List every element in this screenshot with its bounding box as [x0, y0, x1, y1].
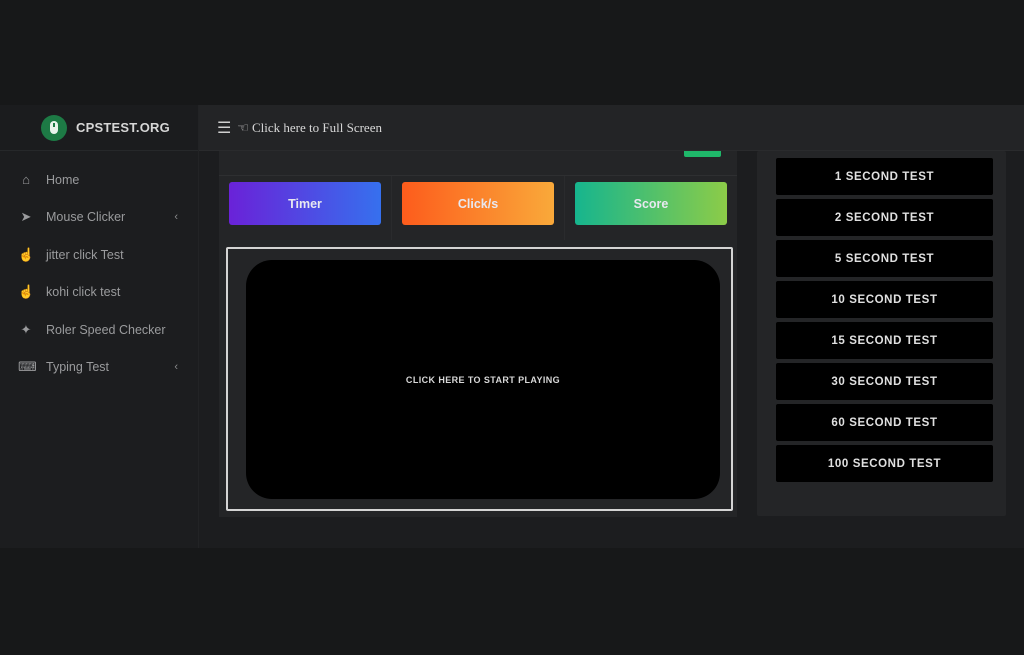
- sidebar-nav: ⌂ Home ➤ Mouse Clicker ‹ ☝ jitter click …: [0, 151, 198, 386]
- sidebar-item-roler-speed-checker[interactable]: ✦ Roler Speed Checker: [0, 311, 198, 349]
- test-duration-panel: 1 SECOND TEST 2 SECOND TEST 5 SECOND TES…: [757, 151, 1006, 516]
- timer-display: Timer: [229, 182, 381, 225]
- home-icon: ⌂: [22, 172, 30, 188]
- brand-name: CPSTEST.ORG: [76, 120, 170, 135]
- stats-row: Timer Click/s Score: [219, 176, 737, 240]
- bottom-background: [0, 548, 1024, 655]
- top-background: [0, 0, 1024, 105]
- play-area-frame: CLICK HERE TO START PLAYING: [226, 247, 733, 511]
- test-button-15s[interactable]: 15 SECOND TEST: [776, 322, 993, 359]
- sidebar-item-home[interactable]: ⌂ Home: [0, 161, 198, 199]
- hamburger-icon[interactable]: ☰: [217, 118, 231, 138]
- sidebar-item-mouse-clicker[interactable]: ➤ Mouse Clicker ‹: [0, 199, 198, 237]
- app-window: CPSTEST.ORG ⌂ Home ➤ Mouse Clicker ‹ ☝ j…: [0, 105, 1024, 548]
- test-button-5s[interactable]: 5 SECOND TEST: [776, 240, 993, 277]
- test-button-100s[interactable]: 100 SECOND TEST: [776, 445, 993, 482]
- fullscreen-link[interactable]: Click here to Full Screen: [252, 120, 382, 136]
- pointer-hand-icon: ☝: [18, 284, 35, 300]
- sidebar-item-typing-test[interactable]: ⌨ Typing Test ‹: [0, 349, 198, 387]
- card-top-bar: [219, 151, 737, 176]
- sidebar-item-jitter-click-test[interactable]: ☝ jitter click Test: [0, 236, 198, 274]
- sidebar-item-label: Mouse Clicker: [46, 210, 126, 225]
- green-accent-bar: [684, 151, 721, 157]
- chevron-left-icon: ‹: [174, 211, 178, 224]
- sidebar-item-label: kohi click test: [46, 285, 121, 300]
- score-display: Score: [575, 182, 727, 225]
- fullscreen-hand-icon[interactable]: ☜: [237, 120, 249, 136]
- sidebar-item-kohi-click-test[interactable]: ☝ kohi click test: [0, 274, 198, 312]
- sidebar: CPSTEST.ORG ⌂ Home ➤ Mouse Clicker ‹ ☝ j…: [0, 105, 199, 548]
- clicks-per-second-display: Click/s: [402, 182, 554, 225]
- stat-col-score: Score: [565, 176, 737, 240]
- crosshair-icon: ✦: [20, 321, 32, 337]
- click-play-area[interactable]: CLICK HERE TO START PLAYING: [246, 260, 720, 499]
- test-button-1s[interactable]: 1 SECOND TEST: [776, 158, 993, 195]
- keyboard-icon: ⌨: [18, 359, 37, 375]
- sidebar-item-label: jitter click Test: [46, 247, 124, 262]
- brand[interactable]: CPSTEST.ORG: [0, 105, 198, 151]
- stat-col-timer: Timer: [219, 176, 392, 240]
- cursor-icon: ➤: [20, 209, 32, 225]
- sidebar-item-label: Home: [46, 172, 80, 187]
- stat-col-clicks: Click/s: [392, 176, 565, 240]
- pointer-hand-icon: ☝: [18, 246, 35, 262]
- game-card: Timer Click/s Score CLICK HERE TO START …: [219, 151, 737, 517]
- sidebar-item-label: Typing Test: [46, 360, 110, 375]
- top-header: ☰ ☜ Click here to Full Screen: [199, 105, 1024, 151]
- test-button-30s[interactable]: 30 SECOND TEST: [776, 363, 993, 400]
- test-button-10s[interactable]: 10 SECOND TEST: [776, 281, 993, 318]
- sidebar-item-label: Roler Speed Checker: [46, 322, 166, 337]
- test-button-60s[interactable]: 60 SECOND TEST: [776, 404, 993, 441]
- mouse-icon: [41, 114, 67, 141]
- start-playing-label: CLICK HERE TO START PLAYING: [405, 374, 561, 385]
- test-button-2s[interactable]: 2 SECOND TEST: [776, 199, 993, 236]
- chevron-left-icon: ‹: [174, 361, 178, 374]
